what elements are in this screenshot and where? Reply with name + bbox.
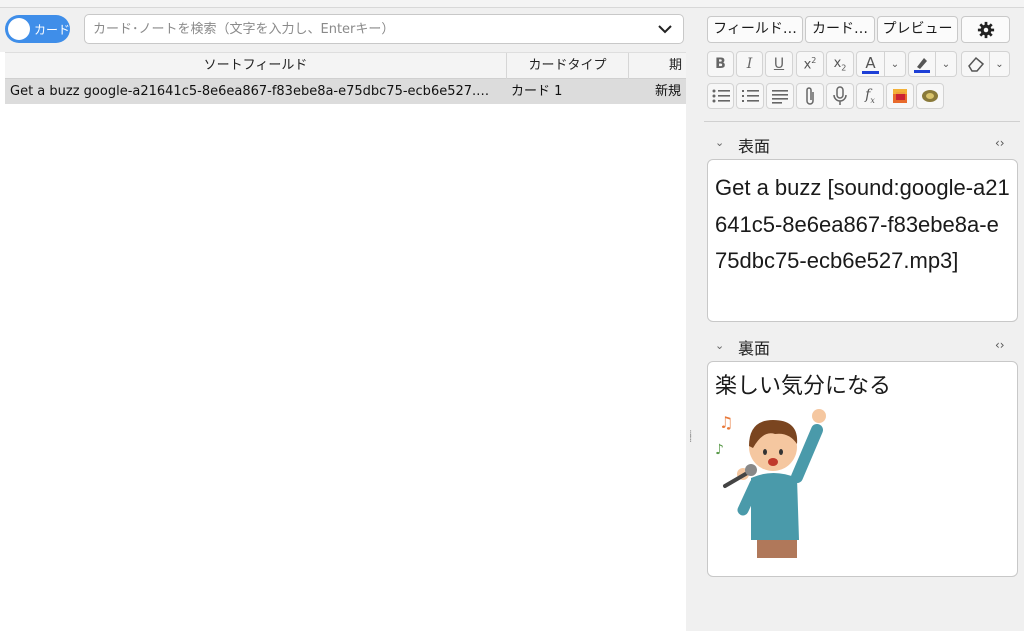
highlight-dropdown[interactable]: ⌄ bbox=[936, 51, 957, 77]
field-back-text[interactable]: 楽しい気分になる bbox=[715, 368, 1011, 405]
microphone-icon bbox=[833, 86, 847, 105]
preview-button[interactable]: プレビュー bbox=[877, 16, 958, 43]
field-back-editor[interactable]: 楽しい気分になる ♫ ♪ bbox=[707, 361, 1018, 577]
italic-icon: I bbox=[746, 56, 753, 72]
field-label-back: 裏面 bbox=[738, 339, 771, 358]
align-button[interactable] bbox=[766, 83, 794, 109]
underline-button[interactable]: U bbox=[765, 51, 793, 77]
search-history-dropdown[interactable] bbox=[647, 15, 683, 43]
cards-button[interactable]: カード… bbox=[805, 16, 875, 43]
chevron-down-icon: ⌄ bbox=[890, 58, 900, 70]
title-strip bbox=[0, 0, 1024, 8]
table-header: ソートフィールド カードタイプ 期 bbox=[5, 52, 686, 79]
search-box[interactable] bbox=[84, 14, 684, 44]
cell-sort-field: Get a buzz google-a21641c5-8e6ea867-f83e… bbox=[10, 84, 490, 99]
toggle-label: カード bbox=[34, 23, 71, 37]
math-button[interactable]: fx bbox=[856, 83, 884, 109]
settings-button[interactable] bbox=[961, 16, 1010, 43]
highlight-icon bbox=[914, 58, 930, 73]
subscript-button[interactable]: x2 bbox=[826, 51, 854, 77]
search-row: カード bbox=[0, 8, 686, 52]
underline-icon: U bbox=[773, 56, 785, 72]
html-editor-front-icon[interactable]: ‹› bbox=[995, 136, 1005, 150]
record-audio-button[interactable] bbox=[826, 83, 854, 109]
html-editor-back-icon[interactable]: ‹› bbox=[995, 338, 1005, 352]
superscript-icon: x2 bbox=[803, 55, 817, 73]
text-color-icon: A bbox=[862, 55, 879, 74]
chevron-down-icon bbox=[658, 24, 672, 33]
toolbar-divider bbox=[704, 121, 1020, 122]
image-occlusion-icon bbox=[893, 89, 907, 103]
ordered-list-button[interactable] bbox=[736, 83, 764, 109]
svg-text:♪: ♪ bbox=[715, 442, 724, 458]
gear-icon bbox=[977, 21, 994, 38]
toggle-knob bbox=[8, 18, 30, 40]
tts-icon bbox=[922, 90, 938, 102]
highlight-button[interactable] bbox=[908, 51, 936, 77]
italic-button[interactable]: I bbox=[736, 51, 763, 77]
field-front-editor[interactable]: Get a buzz [sound:google-a21641c5-8e6ea8… bbox=[707, 159, 1018, 322]
cell-due: 新規 bbox=[655, 84, 682, 99]
image-occlusion-button[interactable] bbox=[886, 83, 914, 109]
collapse-front-icon[interactable]: ⌄ bbox=[715, 136, 724, 149]
cell-card-type: カード 1 bbox=[511, 84, 563, 99]
pane-splitter[interactable] bbox=[686, 8, 704, 631]
tts-button[interactable] bbox=[916, 83, 944, 109]
chevron-down-icon: ⌄ bbox=[995, 58, 1004, 70]
unordered-list-icon bbox=[712, 89, 730, 103]
math-icon: fx bbox=[865, 87, 875, 105]
collapse-back-icon[interactable]: ⌄ bbox=[715, 339, 724, 352]
subscript-icon: x2 bbox=[833, 55, 847, 73]
svg-text:♫: ♫ bbox=[719, 413, 733, 432]
superscript-button[interactable]: x2 bbox=[796, 51, 824, 77]
chevron-down-icon: ⌄ bbox=[941, 58, 951, 70]
fields-button[interactable]: フィールド… bbox=[707, 16, 803, 43]
karaoke-singer-illustration: ♫ ♪ bbox=[715, 409, 826, 558]
search-input[interactable] bbox=[93, 19, 638, 39]
field-front-text[interactable]: Get a buzz [sound:google-a21641c5-8e6ea8… bbox=[715, 170, 1011, 280]
clear-format-dropdown[interactable]: ⌄ bbox=[990, 51, 1010, 77]
cards-notes-toggle[interactable]: カード bbox=[5, 15, 70, 43]
column-header-due[interactable]: 期 bbox=[629, 53, 686, 79]
table-row[interactable]: Get a buzz google-a21641c5-8e6ea867-f83e… bbox=[5, 79, 686, 104]
browse-pane: カード ソートフィールド カードタイプ 期 Get a buzz google-… bbox=[0, 8, 686, 631]
text-color-dropdown[interactable]: ⌄ bbox=[885, 51, 906, 77]
unordered-list-button[interactable] bbox=[707, 83, 734, 109]
clear-format-button[interactable] bbox=[961, 51, 990, 77]
text-color-button[interactable]: A bbox=[856, 51, 885, 77]
splitter-grip-icon: ⁞ ⁞ bbox=[689, 429, 693, 445]
eraser-icon bbox=[967, 56, 984, 72]
bold-icon: B bbox=[715, 56, 726, 72]
align-icon bbox=[772, 90, 788, 104]
ordered-list-icon bbox=[742, 90, 759, 102]
attach-button[interactable] bbox=[796, 83, 824, 109]
column-header-sort-field[interactable]: ソートフィールド bbox=[5, 53, 507, 79]
column-header-card-type[interactable]: カードタイプ bbox=[507, 53, 629, 79]
bold-button[interactable]: B bbox=[707, 51, 734, 77]
field-label-front: 表面 bbox=[738, 137, 771, 156]
attach-icon bbox=[806, 87, 814, 105]
